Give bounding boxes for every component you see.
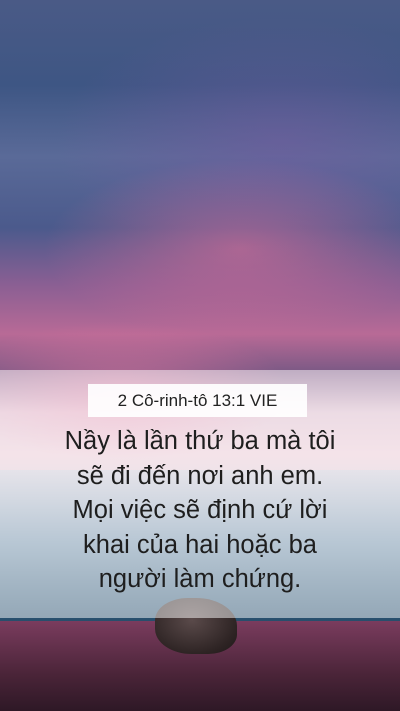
verse-line: sẽ đi đến nơi anh em. xyxy=(76,461,324,490)
verse-text: Nầy là lần thứ ba mà tôi sẽ đi đến nơi a… xyxy=(20,424,380,597)
verse-line: Mọi việc sẽ định cứ lời xyxy=(72,496,328,524)
verse-line: khai của hai hoặc ba xyxy=(83,530,317,559)
verse-line: người làm chứng. xyxy=(98,565,302,593)
verse-line: Nầy là lần thứ ba mà tôi xyxy=(64,427,336,455)
verse-reference: 2 Cô-rinh-tô 13:1 VIE xyxy=(88,384,307,417)
